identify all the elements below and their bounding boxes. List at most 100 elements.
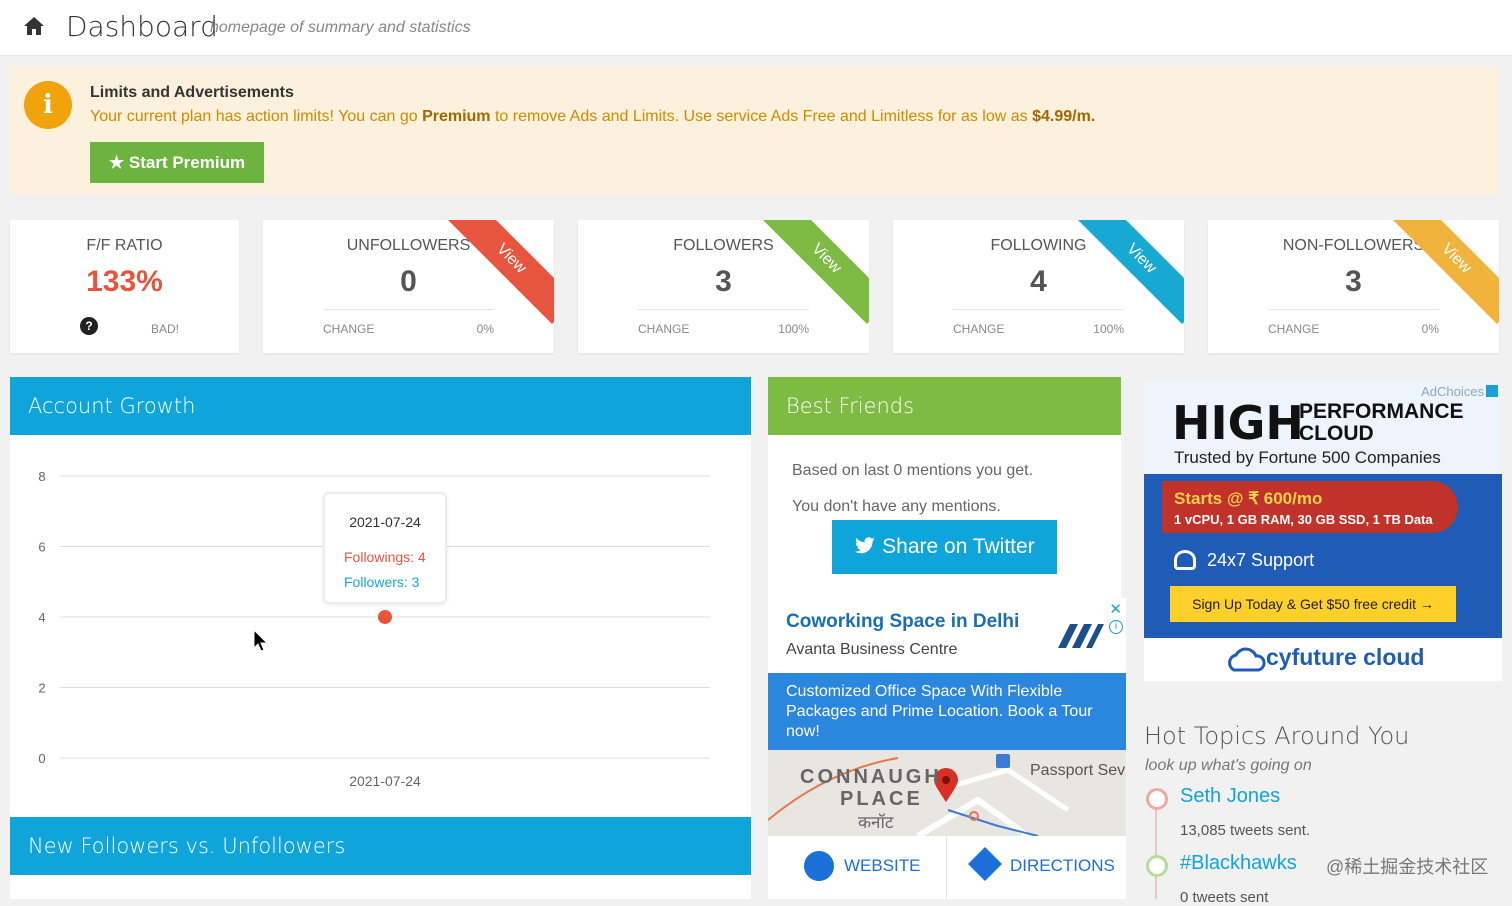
y-tick-label: 6	[38, 540, 45, 555]
ad-performance: PERFORMANCE	[1299, 400, 1464, 423]
alert-price: $4.99/m.	[1032, 108, 1096, 125]
card-followers[interactable]: FOLLOWERS 3 CHANGE 100% View	[578, 220, 869, 353]
card-label: F/F RATIO	[86, 237, 163, 254]
hot-topics-heading: Hot Topics Around You	[1144, 722, 1410, 750]
directions-label: DIRECTIONS	[1010, 856, 1115, 875]
y-tick-label: 0	[38, 751, 45, 766]
ad-high: HIGH	[1172, 396, 1304, 450]
hot-topics-title: Hot Topics Around You	[1144, 722, 1409, 750]
card-foot-right: 0%	[1421, 322, 1439, 336]
followings-point[interactable]	[378, 610, 392, 624]
info-icon: i	[24, 81, 72, 129]
twitter-icon	[855, 537, 876, 554]
globe-icon	[804, 851, 834, 881]
x-tick-label: 2021-07-24	[349, 773, 421, 789]
ad-trusted: Trusted by Fortune 500 Companies	[1174, 448, 1441, 467]
new-followers-header: New Followers vs. Unfollowers	[10, 817, 751, 875]
topic-blackhawks[interactable]: #Blackhawks	[1180, 852, 1297, 875]
card-divider	[953, 309, 1124, 310]
card-value: 133%	[86, 265, 163, 298]
map-label-1: CONNAUGH	[800, 766, 942, 788]
share-label: Share on Twitter	[882, 535, 1035, 558]
card-unfollowers[interactable]: UNFOLLOWERS 0 CHANGE 0% View	[263, 220, 554, 353]
y-tick-label: 2	[38, 681, 45, 696]
y-tick-label: 4	[38, 610, 45, 625]
ad-subtitle: Avanta Business Centre	[786, 641, 958, 658]
mentions-info: Based on last 0 mentions you get.	[792, 462, 1034, 479]
tooltip-followings: Followings: 4	[344, 549, 426, 565]
help-icon[interactable]: ?	[80, 317, 98, 335]
map-label-passport: Passport Sev	[1030, 762, 1126, 779]
adchoices-label[interactable]: AdChoices	[1421, 384, 1484, 399]
card-divider	[638, 309, 809, 310]
map-label-3: कनॉट	[858, 813, 894, 832]
home-icon[interactable]	[22, 14, 46, 38]
share-on-twitter-button[interactable]: Share on Twitter	[832, 520, 1057, 574]
alert-text: Your current plan has action limits! You…	[90, 108, 1095, 126]
card-divider	[1268, 309, 1439, 310]
card-foot-left: CHANGE	[638, 322, 690, 336]
alert-premium: Premium	[422, 108, 491, 125]
tooltip-date: 2021-07-24	[349, 514, 421, 530]
map[interactable]: CONNAUGH PLACE कनॉट Passport Sev	[768, 750, 1126, 836]
card-foot-right: 100%	[778, 322, 809, 336]
star-icon: ★	[108, 153, 125, 172]
card-foot-left: CHANGE	[953, 322, 1005, 336]
cyfuture-logo-icon	[1228, 647, 1266, 672]
cloud-ad[interactable]: AdChoices HIGH PERFORMANCE CLOUD Trusted…	[1144, 382, 1502, 681]
timeline-dot-1	[1146, 788, 1168, 810]
top-bar: Dashboard homepage of summary and statis…	[0, 0, 1512, 56]
timeline-line	[1155, 808, 1157, 899]
ad-body[interactable]: Customized Office Space With Flexible Pa…	[768, 673, 1126, 750]
headset-icon	[1174, 550, 1196, 570]
card-divider	[323, 309, 494, 310]
close-icon[interactable]: ✕	[1109, 600, 1122, 618]
ad-logo	[1058, 624, 1104, 648]
topic-seth-jones[interactable]: Seth Jones	[1180, 785, 1280, 808]
card-foot-right: 100%	[1093, 322, 1124, 336]
coworking-ad[interactable]: Coworking Space in Delhi Avanta Business…	[768, 598, 1126, 899]
card-foot-right: BAD!	[150, 322, 179, 336]
ad-starts: Starts @ ₹ 600/mo	[1174, 489, 1323, 508]
website-button[interactable]: WEBSITE	[768, 836, 947, 899]
ad-signup-button[interactable]: Sign Up Today & Get $50 free credit →	[1170, 586, 1456, 622]
card-following[interactable]: FOLLOWING 4 CHANGE 100% View	[893, 220, 1184, 353]
page-title: Dashboard	[66, 10, 218, 43]
ad-info-icon[interactable]: i	[1109, 620, 1123, 634]
website-label: WEBSITE	[844, 856, 921, 875]
ad-title[interactable]: Coworking Space in Delhi	[786, 611, 1019, 633]
directions-icon	[968, 847, 1002, 881]
ad-brand: cyfuture cloud	[1266, 644, 1425, 670]
start-premium-label: Start Premium	[128, 153, 246, 172]
account-growth-header: Account Growth	[10, 377, 751, 435]
ad-cloud: CLOUD	[1299, 422, 1374, 445]
alert-text-1: Your current plan has action limits! You…	[90, 108, 423, 125]
topic-detail-2: 0 tweets sent	[1180, 889, 1269, 906]
card-foot-right: 0%	[476, 322, 494, 336]
card-foot-left: CHANGE	[1268, 322, 1320, 336]
ad-support: 24x7 Support	[1207, 550, 1315, 570]
topic-detail-1: 13,085 tweets sent.	[1180, 822, 1311, 839]
alert-text-2: to remove Ads and Limits. Use service Ad…	[490, 108, 1033, 125]
alert-title: Limits and Advertisements	[90, 84, 294, 101]
y-tick-label: 8	[38, 469, 45, 484]
start-premium-button[interactable]: ★ Start Premium	[90, 142, 264, 183]
hot-topics-subtitle: look up what's going on	[1145, 757, 1312, 774]
directions-button[interactable]: DIRECTIONS	[947, 836, 1126, 899]
card-ff-ratio: F/F RATIO 133% ? BAD!	[10, 220, 239, 353]
page-subtitle: homepage of summary and statistics	[210, 19, 471, 36]
new-followers-body	[10, 875, 751, 899]
tooltip-followers: Followers: 3	[344, 574, 420, 590]
timeline-dot-2	[1146, 855, 1168, 877]
ad-specs: 1 vCPU, 1 GB RAM, 30 GB SSD, 1 TB Data	[1174, 512, 1433, 527]
no-mentions-text: You don't have any mentions.	[792, 498, 1001, 515]
card-non-followers[interactable]: NON-FOLLOWERS 3 CHANGE 0% View	[1208, 220, 1499, 353]
mouse-cursor-icon	[253, 629, 269, 652]
card-foot-left: CHANGE	[323, 322, 375, 336]
best-friends-header: Best Friends	[768, 377, 1121, 435]
limits-alert: i Limits and Advertisements Your current…	[10, 67, 1498, 194]
adchoices-icon[interactable]	[1486, 385, 1498, 397]
chart-tooltip: 2021-07-24 Followings: 4 Followers: 3	[323, 492, 447, 604]
watermark: @稀土掘金技术社区	[1326, 857, 1489, 877]
map-label-2: PLACE	[840, 788, 923, 810]
